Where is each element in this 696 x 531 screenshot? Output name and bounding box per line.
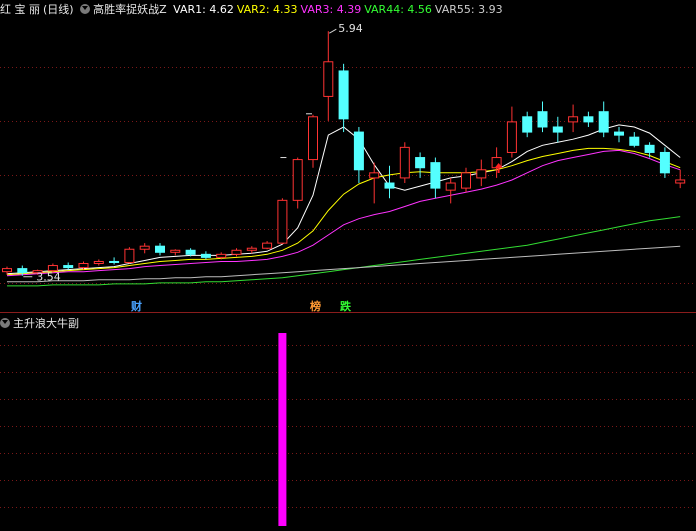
candle xyxy=(598,101,609,138)
candle xyxy=(200,251,211,260)
candle xyxy=(644,142,655,158)
candle xyxy=(124,247,135,264)
line-var3 xyxy=(6,149,681,277)
sub-indicator-dropdown-icon[interactable] xyxy=(0,318,10,328)
candle xyxy=(583,111,594,127)
candle xyxy=(63,262,74,270)
candle xyxy=(461,167,471,193)
sub-panel-grid xyxy=(0,345,696,508)
low-price-label: 3.54 xyxy=(36,271,61,284)
indicator-name[interactable]: 高胜率捉妖战Z xyxy=(93,3,167,16)
marker-cai: 财 xyxy=(131,300,142,313)
stock-name: 红 宝 丽 xyxy=(0,3,40,16)
candle xyxy=(323,31,334,121)
candle xyxy=(246,246,257,254)
candle xyxy=(353,126,364,184)
high-price-label: 5.94 xyxy=(338,22,363,35)
candle xyxy=(155,243,165,256)
candle xyxy=(506,106,517,158)
candle xyxy=(231,248,242,257)
indicator-values: VAR1: 4.62 VAR2: 4.33 VAR3: 4.39 VAR44: 4.5… xyxy=(173,3,505,16)
marker-bang: 榜 xyxy=(310,300,321,313)
candle xyxy=(430,157,441,199)
histogram-bar xyxy=(278,333,287,526)
period-label: (日线) xyxy=(43,3,74,16)
indicator-value-var44: VAR44: 4.56 xyxy=(364,3,432,16)
candle xyxy=(659,147,670,178)
candle xyxy=(109,257,120,265)
candle xyxy=(568,104,579,133)
marker-die: 跌 xyxy=(340,300,351,313)
sub-indicator-name[interactable]: 主升浪大牛副 xyxy=(13,317,79,330)
line-var1 xyxy=(6,124,681,275)
sub-histogram xyxy=(278,333,287,526)
candle xyxy=(93,259,104,266)
sub-panel-header: 主升浪大牛副 xyxy=(0,315,82,333)
candle xyxy=(675,169,686,189)
candle xyxy=(415,152,426,178)
main-panel-header: 红 宝 丽 (日线) 高胜率捉妖战Z VAR1: 4.62 VAR2: 4.33 VA… xyxy=(0,1,509,19)
candle xyxy=(491,147,502,178)
candle xyxy=(262,241,273,250)
candle xyxy=(139,243,150,254)
candle xyxy=(292,157,303,209)
candle xyxy=(476,159,487,187)
candle xyxy=(552,116,563,143)
indicator-value-var1: VAR1: 4.62 xyxy=(173,3,234,16)
chart-canvas: 5.94 3.54 xyxy=(0,22,696,526)
candle xyxy=(399,142,410,184)
moving-average-lines xyxy=(6,124,681,287)
line-var44 xyxy=(7,216,681,287)
indicator-dropdown-icon[interactable] xyxy=(80,4,91,14)
high-pointer xyxy=(329,28,337,34)
candle xyxy=(629,132,640,148)
candle xyxy=(170,249,181,256)
candle xyxy=(614,126,624,143)
candle xyxy=(308,114,318,168)
candle xyxy=(277,198,288,245)
indicator-value-var2: VAR2: 4.33 xyxy=(236,3,298,16)
line-var55 xyxy=(7,245,681,283)
indicator-value-var3: VAR3: 4.39 xyxy=(300,3,362,16)
indicator-value-var55: VAR55: 3.93 xyxy=(434,3,503,16)
candle xyxy=(522,111,533,138)
line-var2 xyxy=(6,147,681,276)
candle xyxy=(537,101,548,133)
candle xyxy=(445,177,456,204)
